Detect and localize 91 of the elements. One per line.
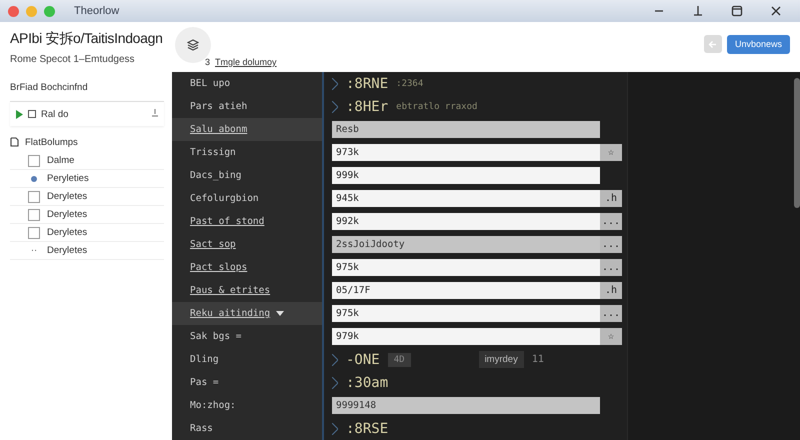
- page-subtitle: Rome Specot 1–Emtudgess: [10, 54, 136, 64]
- play-icon: [16, 110, 23, 118]
- chevron-icon: [332, 376, 338, 388]
- count-text: 11: [532, 354, 544, 365]
- row-label[interactable]: Sak bgs =: [172, 325, 324, 348]
- code-value: -ONE: [346, 352, 380, 368]
- label-text: Dacs_bing: [190, 170, 242, 181]
- primary-button[interactable]: Unvbonews: [726, 34, 790, 54]
- field-button[interactable]: ...: [600, 213, 622, 230]
- sort-icon: [152, 108, 158, 116]
- row-label[interactable]: Reku aitinding: [172, 302, 324, 325]
- code-value: :30am: [346, 374, 388, 390]
- value-field[interactable]: 979k: [332, 328, 600, 345]
- value-field[interactable]: 975k: [332, 305, 600, 322]
- label-text: Pars atieh: [190, 101, 248, 112]
- row-label[interactable]: BEL upo: [172, 72, 324, 95]
- pin-icon[interactable]: [692, 5, 704, 17]
- label-link[interactable]: Pact slops: [190, 262, 248, 273]
- label-link[interactable]: Paus & etrites: [190, 285, 270, 296]
- maximize-icon[interactable]: [731, 5, 743, 17]
- note-label: imyrdey: [478, 351, 524, 368]
- row-label[interactable]: Rass: [172, 417, 324, 440]
- field-button[interactable]: ☆: [600, 144, 622, 161]
- scrollbar-thumb[interactable]: [794, 78, 800, 208]
- tree-node[interactable]: FlatBolumps: [10, 132, 164, 152]
- chevron-icon: [332, 78, 338, 90]
- code-comment: ebtratlo rraxod: [396, 102, 478, 112]
- sidebar-heading: BrFiad Bochcinfnd: [10, 82, 89, 93]
- label-text: Dling: [190, 354, 219, 365]
- value-field[interactable]: 999k: [332, 167, 600, 184]
- close-light[interactable]: [8, 6, 19, 16]
- link-count: 3: [205, 57, 210, 67]
- label-text: Sak bgs =: [190, 331, 242, 342]
- row-label[interactable]: Cefolurgbion: [172, 187, 324, 210]
- row-label[interactable]: Dacs_bing: [172, 164, 324, 187]
- tree-item[interactable]: Dalme: [10, 152, 164, 170]
- caret-icon[interactable]: [276, 311, 284, 316]
- field-button[interactable]: ...: [600, 259, 622, 276]
- zoom-light[interactable]: [44, 6, 55, 16]
- label-text: Trissign: [190, 147, 236, 158]
- checkbox[interactable]: [28, 190, 40, 202]
- ellipsis-marker: ··: [30, 245, 38, 256]
- row-label[interactable]: Paus & etrites: [172, 279, 324, 302]
- value-field[interactable]: 975k: [332, 259, 600, 276]
- window-title: Theorlow: [74, 5, 120, 17]
- code-value: :8RNE: [346, 76, 388, 92]
- code-value: :8RSE: [346, 420, 388, 436]
- field-button[interactable]: ...: [600, 305, 622, 322]
- checkbox[interactable]: [28, 154, 40, 166]
- code-value: :8HEr: [346, 98, 388, 114]
- row-label[interactable]: Pas =: [172, 371, 324, 394]
- back-arrow-icon: [708, 40, 718, 48]
- tree-item[interactable]: Deryletes: [10, 188, 164, 206]
- square-icon: [28, 110, 36, 118]
- filter-field[interactable]: Ral do: [10, 101, 164, 126]
- label-text: BEL upo: [190, 78, 230, 89]
- field-button[interactable]: ☆: [600, 328, 622, 345]
- tree-item[interactable]: Deryletes: [10, 206, 164, 224]
- row-label[interactable]: Trissign: [172, 141, 324, 164]
- value-field[interactable]: 945k: [332, 190, 600, 207]
- value-field[interactable]: 992k: [332, 213, 600, 230]
- tree-item[interactable]: ·· Deryletes: [10, 242, 164, 260]
- chevron-icon: [332, 422, 338, 434]
- value-field[interactable]: 05/17F: [332, 282, 600, 299]
- minimize-light[interactable]: [26, 6, 37, 16]
- label-text: Pas =: [190, 377, 219, 388]
- label-text: Mo:zhog:: [190, 400, 236, 411]
- field-button[interactable]: .h: [600, 282, 622, 299]
- label-link[interactable]: Past of stond: [190, 216, 264, 227]
- bullet-icon: [31, 176, 37, 182]
- row-label[interactable]: Dling: [172, 348, 324, 371]
- label-text: Rass: [190, 423, 213, 434]
- layers-icon: [187, 39, 199, 51]
- code-comment: :2364: [396, 78, 424, 88]
- tree-item[interactable]: Deryletes: [10, 224, 164, 242]
- row-label[interactable]: Past of stond: [172, 210, 324, 233]
- label-text: Cefolurgbion: [190, 193, 259, 204]
- chevron-icon: [332, 100, 338, 112]
- chevron-icon: [332, 354, 338, 366]
- field-button[interactable]: .h: [600, 190, 622, 207]
- label-link[interactable]: Reku aitinding: [190, 308, 270, 319]
- page-title: APIbi 安拆o/TaitisIndoagn: [10, 30, 164, 48]
- tag-label: 4D: [388, 352, 411, 366]
- checkbox[interactable]: [28, 226, 40, 238]
- checkbox[interactable]: [28, 208, 40, 220]
- row-label[interactable]: Pact slops: [172, 256, 324, 279]
- close-icon[interactable]: [770, 5, 782, 17]
- row-label[interactable]: Pars atieh: [172, 95, 324, 118]
- value-field[interactable]: 973k: [332, 144, 600, 161]
- tree-item[interactable]: Peryleties: [10, 170, 164, 188]
- header-link[interactable]: Tmgle dolumoy: [215, 57, 277, 67]
